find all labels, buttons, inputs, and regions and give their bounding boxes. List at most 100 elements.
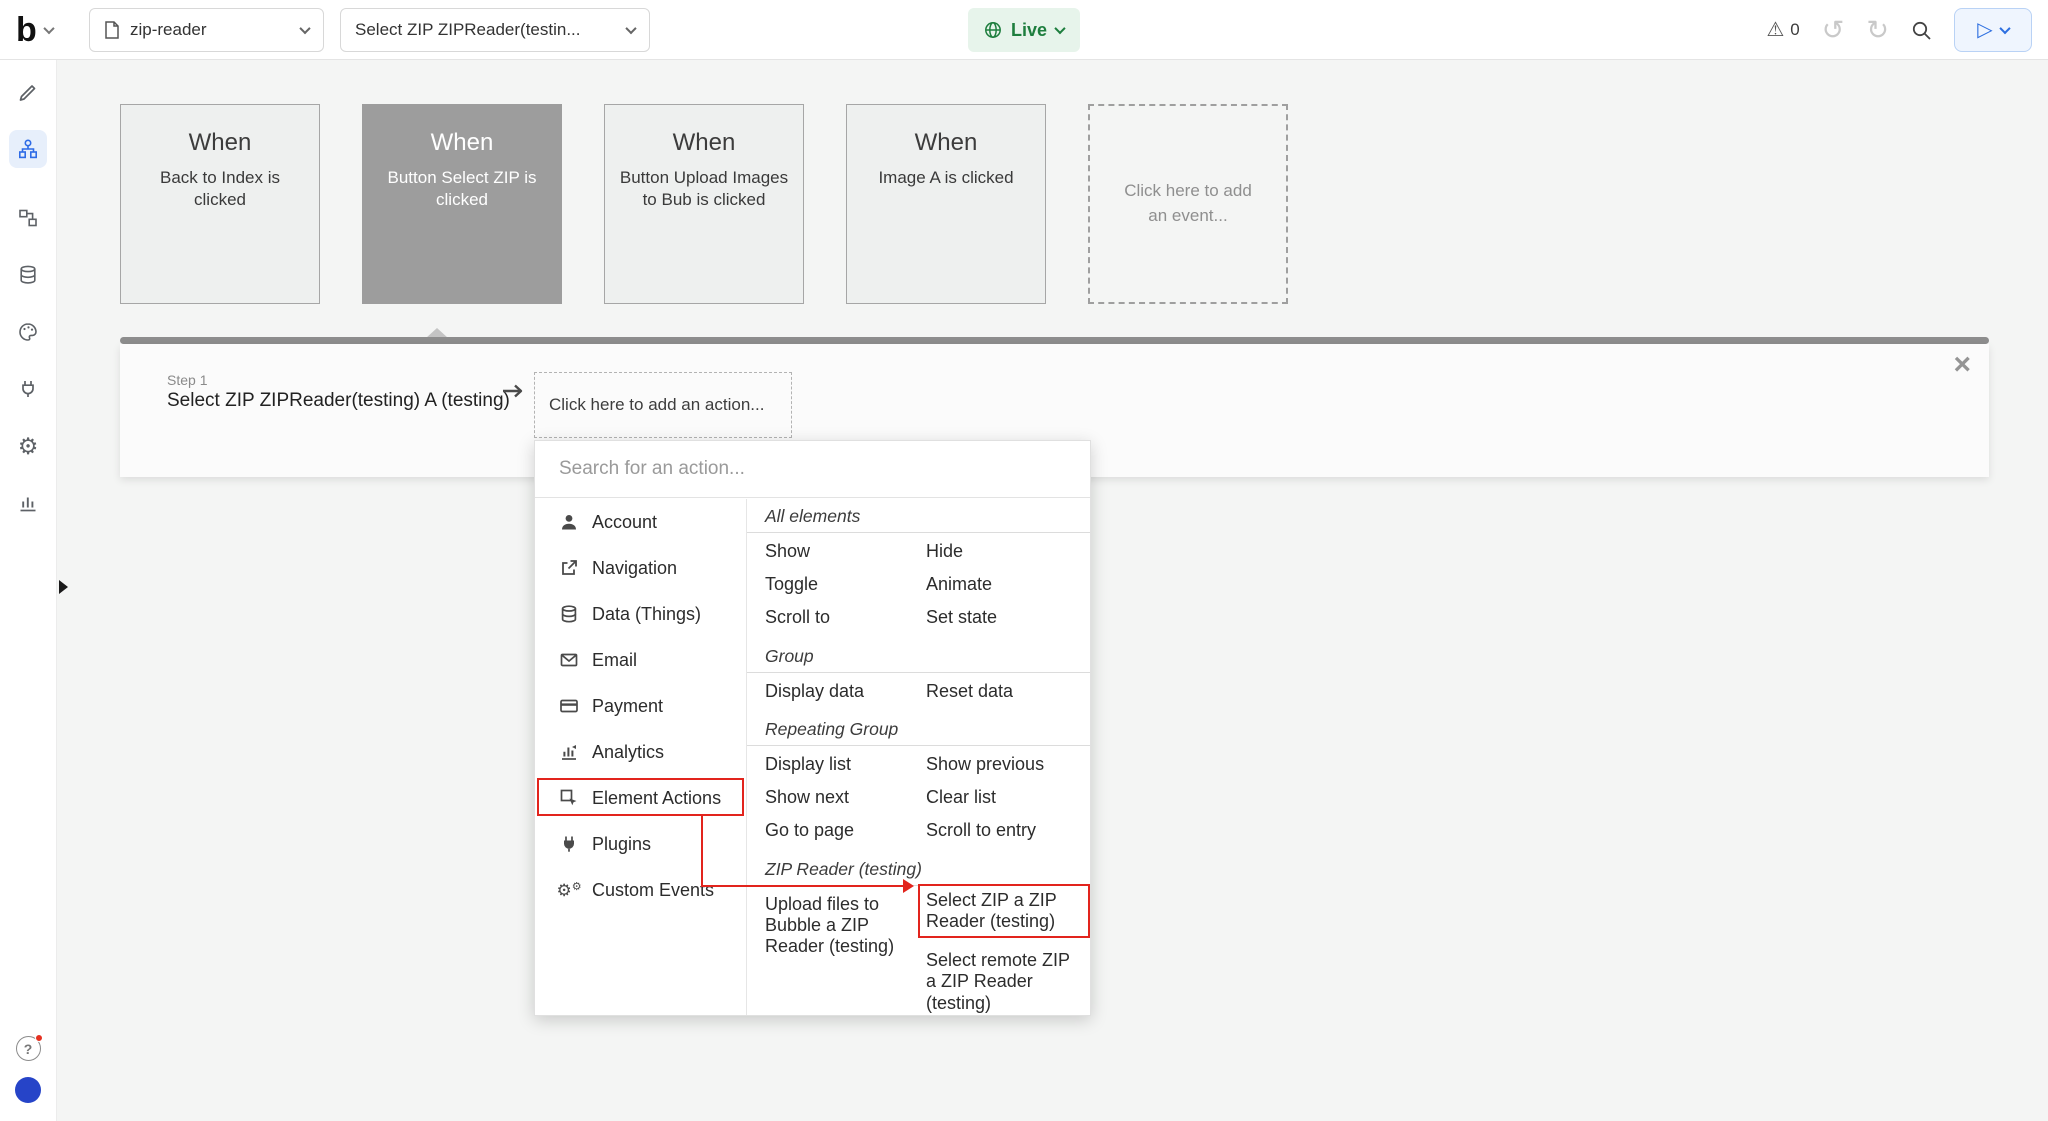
chevron-down-icon: [1054, 23, 1065, 34]
action-item[interactable]: Scroll to: [765, 601, 926, 634]
category-data-things[interactable]: Data (Things): [535, 591, 746, 637]
action-group-header: ZIP Reader (testing): [747, 852, 1090, 886]
action-group-header: Repeating Group: [747, 712, 1090, 746]
preview-button[interactable]: ▷: [1954, 8, 2032, 52]
page-selector[interactable]: zip-reader: [89, 8, 324, 52]
add-action-box[interactable]: Click here to add an action...: [534, 372, 792, 438]
search-button[interactable]: [1911, 20, 1932, 41]
chevron-down-icon: [299, 23, 310, 34]
add-event-placeholder: Click here to add an event...: [1090, 179, 1286, 228]
action-menu-body: Account Navigation Data (Things): [535, 499, 1090, 1015]
plugin-icon: [559, 834, 579, 854]
search-icon: [1911, 20, 1932, 41]
action-menu-popup: Account Navigation Data (Things): [534, 440, 1091, 1016]
environment-label: Live: [1011, 20, 1047, 41]
action-item[interactable]: Hide: [926, 535, 1078, 568]
undo-icon: ↺: [1822, 15, 1845, 45]
credit-card-icon: [559, 696, 579, 716]
workflow-canvas[interactable]: When Back to Index is clicked When Butto…: [57, 60, 2048, 1121]
sidebar-item-plugins[interactable]: [9, 370, 47, 408]
close-button[interactable]: ×: [1953, 350, 1971, 380]
person-icon: [559, 512, 579, 532]
close-icon: ×: [1953, 348, 1971, 381]
category-label: Payment: [592, 696, 663, 717]
gears-icon: ⚙⚙: [559, 882, 579, 899]
sidebar-item-data[interactable]: [9, 256, 47, 294]
help-button[interactable]: ?: [16, 1036, 41, 1061]
step-title[interactable]: Select ZIP ZIPReader(testing) A (testing…: [167, 390, 510, 412]
event-subtitle: Button Upload Images to Bub is clicked: [619, 167, 789, 211]
action-group-header: Group: [747, 639, 1090, 673]
sidebar-item-styles[interactable]: [9, 313, 47, 351]
sidebar-item-logs[interactable]: [9, 484, 47, 522]
sidebar-bottom: ?: [15, 1036, 41, 1121]
action-item[interactable]: Toggle: [765, 568, 926, 601]
category-analytics[interactable]: Analytics: [535, 729, 746, 775]
sidebar-item-design[interactable]: [9, 73, 47, 111]
bubble-editor: b zip-reader Select ZIP ZIPReader(testin…: [0, 0, 2048, 1121]
event-subtitle: Image A is clicked: [861, 167, 1031, 189]
notification-dot: [35, 1034, 43, 1042]
action-item[interactable]: Reset data: [926, 675, 1078, 708]
action-item[interactable]: Upload files to Bubble a ZIP Reader (tes…: [765, 888, 926, 1015]
event-title: When: [847, 129, 1045, 157]
event-card[interactable]: When Image A is clicked: [846, 104, 1046, 304]
event-card-selected[interactable]: When Button Select ZIP is clicked: [362, 104, 562, 304]
issues-indicator[interactable]: ⚠ 0: [1766, 20, 1799, 40]
arrow-right-icon: [501, 382, 525, 405]
category-label: Email: [592, 650, 637, 671]
action-item[interactable]: Select remote ZIP a ZIP Reader (testing): [926, 944, 1078, 1015]
sidebar-item-settings[interactable]: ⚙: [9, 427, 47, 465]
account-avatar[interactable]: [15, 1077, 41, 1103]
category-email[interactable]: Email: [535, 637, 746, 683]
category-plugins[interactable]: Plugins: [535, 821, 746, 867]
event-subtitle: Back to Index is clicked: [135, 167, 305, 211]
steps-scrollbar[interactable]: [120, 337, 1989, 344]
event-title: When: [605, 129, 803, 157]
action-item[interactable]: Clear list: [926, 781, 1078, 814]
sidebar: ⚙ ?: [0, 60, 57, 1121]
help-icon: ?: [24, 1041, 33, 1057]
pencil-icon: [17, 81, 39, 103]
bubble-logo-menu[interactable]: b: [16, 0, 53, 60]
action-item[interactable]: Scroll to entry: [926, 814, 1078, 847]
action-item[interactable]: Set state: [926, 601, 1078, 634]
environment-selector[interactable]: Live: [968, 8, 1080, 52]
action-item-select-zip[interactable]: Select ZIP a ZIP Reader (testing): [926, 890, 1084, 932]
action-category-list: Account Navigation Data (Things): [535, 499, 747, 1015]
category-navigation[interactable]: Navigation: [535, 545, 746, 591]
database-icon: [17, 264, 39, 286]
category-element-actions[interactable]: Element Actions: [535, 775, 746, 821]
action-item[interactable]: Display list: [765, 748, 926, 781]
action-item[interactable]: Show next: [765, 781, 926, 814]
sidebar-item-components[interactable]: [9, 199, 47, 237]
category-label: Element Actions: [592, 788, 721, 809]
add-event-card[interactable]: Click here to add an event...: [1088, 104, 1288, 304]
category-custom-events[interactable]: ⚙⚙ Custom Events: [535, 867, 746, 913]
redo-icon: ↻: [1866, 15, 1889, 45]
category-label: Plugins: [592, 834, 651, 855]
undo-button[interactable]: ↺: [1822, 17, 1845, 44]
redo-button[interactable]: ↻: [1866, 17, 1889, 44]
panel-expander-arrow[interactable]: [59, 580, 68, 594]
category-label: Analytics: [592, 742, 664, 763]
action-item[interactable]: Animate: [926, 568, 1078, 601]
action-item[interactable]: Go to page: [765, 814, 926, 847]
action-search-input[interactable]: [535, 441, 1090, 498]
action-item[interactable]: Show: [765, 535, 926, 568]
step-number-label: Step 1: [167, 372, 207, 388]
event-card[interactable]: When Back to Index is clicked: [120, 104, 320, 304]
bubble-logo: b: [16, 13, 37, 47]
action-item[interactable]: Show previous: [926, 748, 1078, 781]
element-selector[interactable]: Select ZIP ZIPReader(testin...: [340, 8, 650, 52]
plug-icon: [17, 378, 39, 400]
action-item[interactable]: Display data: [765, 675, 926, 708]
components-icon: [17, 207, 39, 229]
category-payment[interactable]: Payment: [535, 683, 746, 729]
topbar: b zip-reader Select ZIP ZIPReader(testin…: [0, 0, 2048, 60]
event-card[interactable]: When Button Upload Images to Bub is clic…: [604, 104, 804, 304]
category-account[interactable]: Account: [535, 499, 746, 545]
sidebar-item-workflow[interactable]: [9, 130, 47, 168]
play-icon: ▷: [1977, 20, 1992, 40]
chevron-down-icon: [43, 23, 54, 34]
